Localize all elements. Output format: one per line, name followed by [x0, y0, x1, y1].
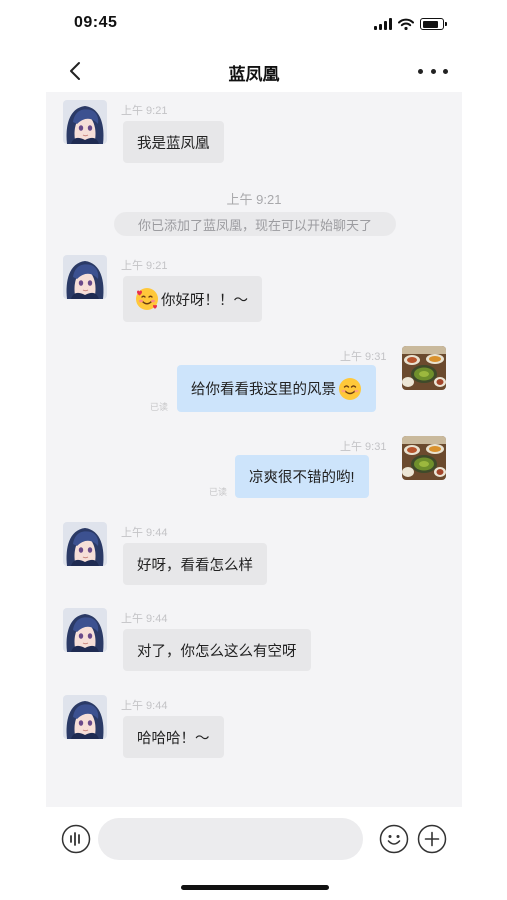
- message-input[interactable]: [98, 818, 363, 860]
- cellular-signal-icon: [374, 18, 392, 30]
- my-avatar[interactable]: [402, 346, 446, 390]
- system-timestamp: 上午 9:21: [226, 192, 282, 207]
- chat-title: 蓝凤凰: [228, 65, 280, 84]
- incoming-message-bubble[interactable]: 哈哈哈！～: [123, 716, 224, 758]
- incoming-message-bubble[interactable]: 对了，你怎么这么有空呀: [123, 629, 311, 671]
- incoming-message-bubble[interactable]: 我是蓝凤凰: [123, 121, 224, 163]
- chat-messages-area[interactable]: 上午 9:21 我是蓝凤凰 上午 9:21 你已添加了蓝凤凰，现在可以开始聊天了…: [46, 92, 462, 807]
- message-text: 对了，你怎么这么有空呀: [137, 643, 297, 660]
- message-time: 上午 9:21: [121, 260, 168, 272]
- wifi-icon: [398, 18, 414, 30]
- status-time: 09:45: [74, 14, 118, 31]
- message-time: 上午 9:44: [121, 527, 168, 539]
- message-time: 上午 9:31: [340, 441, 387, 453]
- message-time: 上午 9:31: [340, 351, 387, 363]
- read-receipt: 已读: [209, 487, 228, 497]
- chat-header: 蓝凤凰: [46, 50, 462, 92]
- message-time: 上午 9:21: [121, 105, 168, 117]
- message-text: 好呀，看看怎么样: [137, 557, 253, 574]
- read-receipt: 已读: [150, 402, 169, 412]
- smiling-face-icon: [339, 377, 361, 400]
- contact-avatar[interactable]: [63, 255, 107, 299]
- battery-icon: [420, 18, 447, 30]
- emoji-picker-icon[interactable]: [379, 824, 409, 854]
- contact-avatar[interactable]: [63, 522, 107, 566]
- status-icons: [374, 16, 447, 32]
- add-attachment-icon[interactable]: [417, 824, 447, 854]
- message-text: 凉爽很不错的哟!: [249, 470, 355, 486]
- smiling-face-with-hearts-icon: [136, 288, 158, 310]
- message-time: 上午 9:44: [121, 700, 168, 712]
- incoming-message-bubble[interactable]: 你好呀！！～: [123, 276, 262, 322]
- more-options-icon[interactable]: [418, 62, 448, 80]
- message-text: 给你看看我这里的风景: [191, 382, 336, 398]
- message-text: 你好呀！！～: [161, 292, 248, 309]
- message-text: 我是蓝凤凰: [137, 135, 210, 152]
- home-indicator[interactable]: [181, 885, 329, 890]
- contact-avatar[interactable]: [63, 608, 107, 652]
- outgoing-message-bubble[interactable]: 给你看看我这里的风景: [177, 365, 376, 412]
- system-notice: 你已添加了蓝凤凰，现在可以开始聊天了: [114, 212, 396, 236]
- my-avatar[interactable]: [402, 436, 446, 480]
- message-input-bar: [46, 807, 462, 873]
- status-bar: 09:45: [0, 0, 507, 50]
- message-time: 上午 9:44: [121, 613, 168, 625]
- incoming-message-bubble[interactable]: 好呀，看看怎么样: [123, 543, 267, 585]
- message-text: 哈哈哈！～: [137, 730, 210, 747]
- voice-input-icon[interactable]: [61, 824, 91, 854]
- contact-avatar[interactable]: [63, 695, 107, 739]
- contact-avatar[interactable]: [63, 100, 107, 144]
- outgoing-message-bubble[interactable]: 凉爽很不错的哟!: [235, 455, 369, 498]
